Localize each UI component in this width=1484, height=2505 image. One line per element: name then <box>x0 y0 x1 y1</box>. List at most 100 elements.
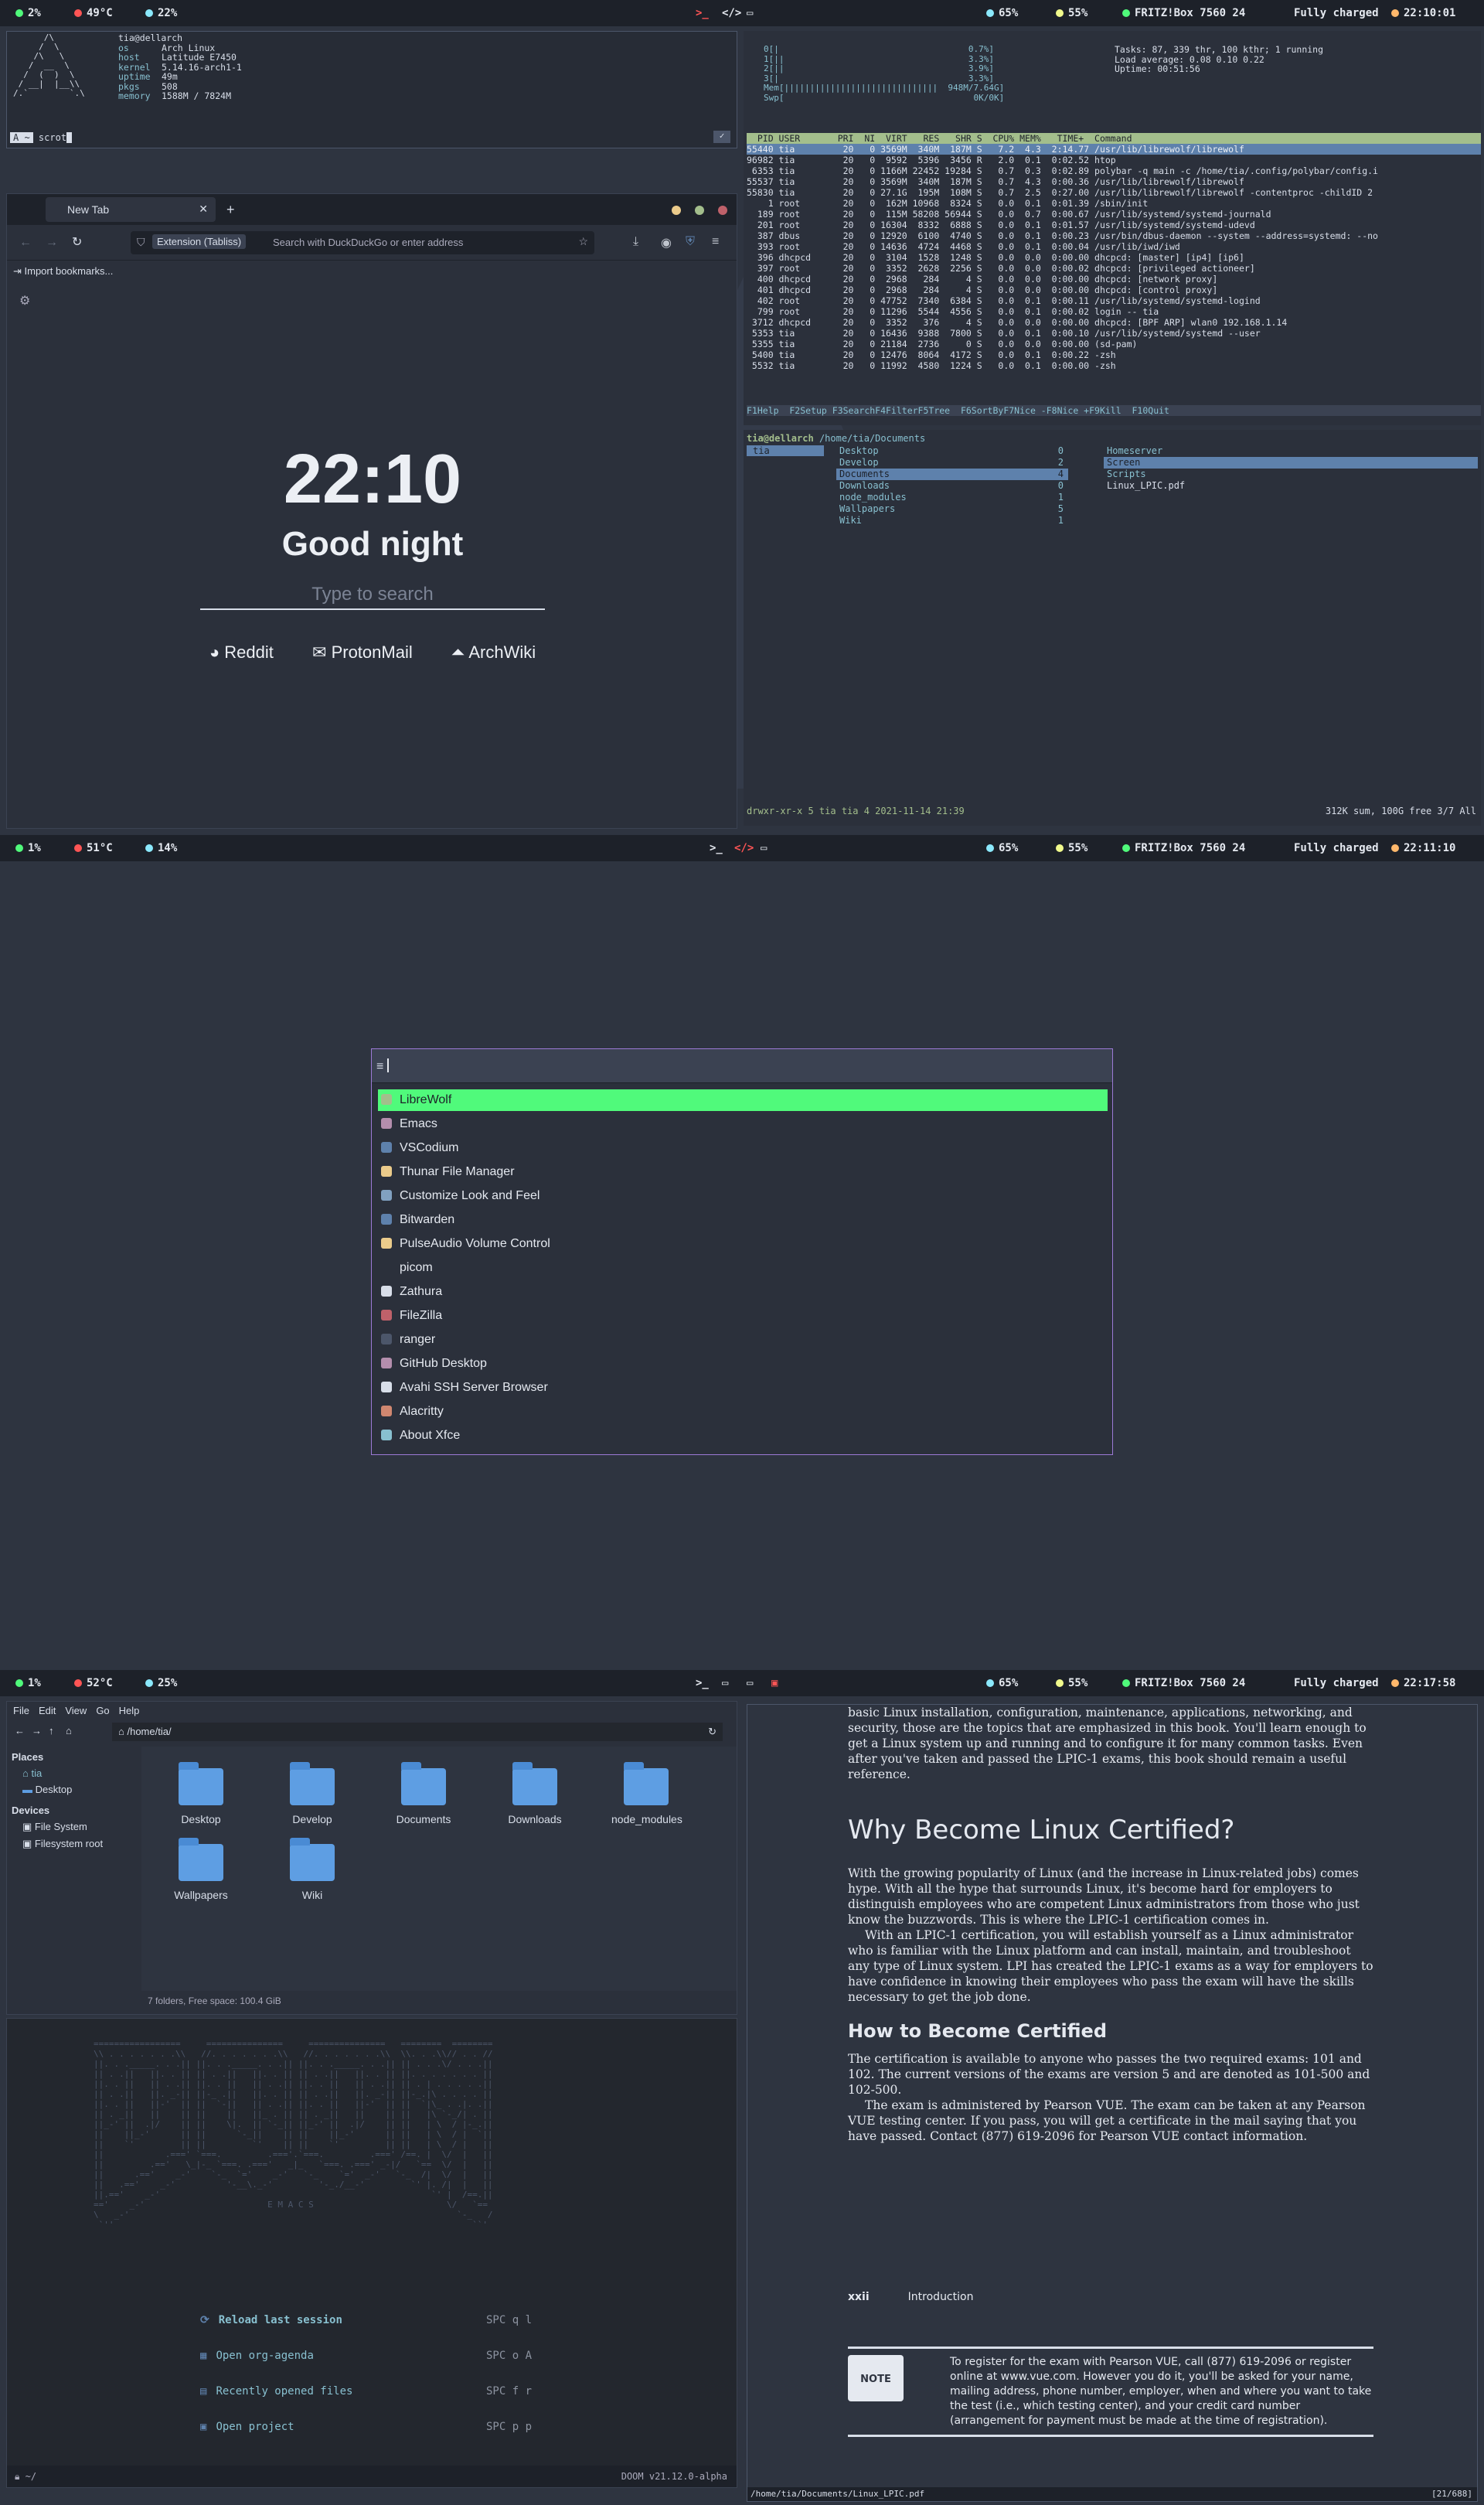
bookmark-star-icon[interactable]: ☆ <box>578 235 588 248</box>
ranger-preview-entry[interactable]: Scripts <box>1104 469 1478 480</box>
ranger-entry[interactable]: Documents 4 <box>836 469 1068 480</box>
code-workspace-icon[interactable]: </> <box>734 842 754 854</box>
volume-indicator[interactable]: 65% <box>986 1677 1018 1689</box>
sidebar-item-filesystem-root[interactable]: ▣ Filesystem root <box>22 1838 134 1850</box>
forward-icon[interactable]: → <box>46 236 58 250</box>
ranger-preview-entry[interactable]: Homeserver <box>1104 445 1478 457</box>
menu-file[interactable]: File <box>13 1705 29 1716</box>
brightness-indicator[interactable]: 55% <box>1056 842 1087 854</box>
ranger-entry[interactable]: Wallpapers 5 <box>836 503 1068 515</box>
volume-indicator[interactable]: 65% <box>986 7 1018 19</box>
ranger-entry[interactable]: Wiki 1 <box>836 515 1068 527</box>
folder-item[interactable]: Documents <box>389 1762 458 1825</box>
dashboard-item[interactable]: ▤ Recently opened files SPC f r <box>200 2385 563 2421</box>
htop-process-row[interactable]: 201 root 20 0 16304 8332 6888 S 0.0 0.1 … <box>747 220 1481 230</box>
menu-go[interactable]: Go <box>96 1705 109 1716</box>
menu-edit[interactable]: Edit <box>39 1705 56 1716</box>
archwiki-link[interactable]: ⏶ ArchWiki <box>451 642 536 662</box>
reload-icon[interactable]: ↻ <box>72 234 82 250</box>
reload-icon[interactable]: ↻ <box>708 1726 716 1738</box>
htop-process-row[interactable]: 3712 dhcpcd 20 0 3352 376 4 S 0.0 0.0 0:… <box>747 317 1481 328</box>
ranger-parent-item[interactable]: tia <box>747 445 824 456</box>
pdf-workspace-icon[interactable]: ▣ <box>771 1677 778 1689</box>
htop-process-row[interactable]: 55830 tia 20 0 27.1G 195M 108M S 0.7 2.5… <box>747 187 1481 198</box>
close-tab-icon[interactable]: ✕ <box>199 203 208 216</box>
minimize-icon[interactable] <box>672 206 681 215</box>
forward-icon[interactable]: → <box>32 1725 42 1736</box>
import-bookmarks-link[interactable]: ⇥ Import bookmarks... <box>13 265 113 277</box>
htop-process-row[interactable]: 55537 tia 20 0 3569M 340M 187M S 0.7 4.3… <box>747 176 1481 187</box>
pdf-page[interactable]: basic Linux installation, configuration,… <box>848 1705 1373 2437</box>
dashboard-item[interactable]: ⟳ Reload last session SPC q l <box>200 2314 563 2350</box>
folder-item[interactable]: Downloads <box>500 1762 570 1825</box>
htop-process-row[interactable]: 396 dhcpcd 20 0 3104 1528 1248 S 0.0 0.0… <box>747 252 1481 263</box>
folder-item[interactable]: node_modules <box>611 1762 682 1825</box>
htop-process-row[interactable]: 400 dhcpcd 20 0 2968 284 4 S 0.0 0.0 0:0… <box>747 274 1481 285</box>
folder-item[interactable]: Wallpapers <box>166 1838 236 1901</box>
launcher-item[interactable]: Thunar File Manager <box>378 1161 1108 1183</box>
launcher-item[interactable]: PulseAudio Volume Control <box>378 1233 1108 1255</box>
maximize-icon[interactable] <box>695 206 704 215</box>
htop-process-row[interactable]: 799 root 20 0 11296 5544 4556 S 0.0 0.1 … <box>747 306 1481 317</box>
htop-process-row[interactable]: 387 dbus 20 0 12920 6100 4740 S 0.0 0.1 … <box>747 230 1481 241</box>
reddit-link[interactable]: ◕ Reddit <box>209 642 274 662</box>
launcher-item[interactable]: About Xfce <box>378 1425 1108 1447</box>
htop-process-row[interactable]: 1 root 20 0 162M 10968 8324 S 0.0 0.1 0:… <box>747 198 1481 209</box>
new-tab-icon[interactable]: + <box>226 202 235 218</box>
htop-header[interactable]: PID USER PRI NI VIRT RES SHR S CPU% MEM%… <box>747 133 1481 144</box>
code-workspace-icon[interactable]: </> <box>722 7 741 19</box>
ranger-current-column[interactable]: Desktop 0 Develop 2 Documents 4 Downloads 0 node… <box>836 445 1068 527</box>
sidebar-item-desktop[interactable]: ▬ Desktop <box>22 1784 134 1795</box>
back-icon[interactable]: ← <box>19 236 32 250</box>
close-window-icon[interactable] <box>718 206 727 215</box>
launcher-item[interactable]: VSCodium <box>378 1137 1108 1159</box>
folder-item[interactable]: Wiki <box>277 1838 347 1901</box>
terminal-workspace-icon[interactable]: >_ <box>696 7 709 19</box>
ranger-entry[interactable]: Develop 2 <box>836 457 1068 469</box>
htop-process-row[interactable]: 5400 tia 20 0 12476 8064 4172 S 0.0 0.1 … <box>747 349 1481 360</box>
launcher-search-input[interactable]: ≡ <box>372 1049 1112 1083</box>
htop-process-list[interactable]: 55440 tia 20 0 3569M 340M 187M S 7.2 4.3… <box>747 144 1481 371</box>
launcher-item[interactable]: FileZilla <box>378 1305 1108 1327</box>
ranger-preview-column[interactable]: Homeserver Screen Scripts Linux_LPIC.pdf <box>1104 445 1478 492</box>
launcher-item[interactable]: Zathura <box>378 1281 1108 1303</box>
htop-process-row[interactable]: 5532 tia 20 0 11992 4580 1224 S 0.0 0.1 … <box>747 360 1481 371</box>
protonmail-link[interactable]: ✉ ProtonMail <box>312 642 413 662</box>
file-view[interactable]: Desktop Develop Documents Downloads node_mod… <box>141 1747 737 1991</box>
tab-new[interactable]: New Tab ✕ <box>46 197 216 222</box>
ranger-terminal[interactable]: tia@dellarch /home/tia/Documents tia Des… <box>744 430 1481 826</box>
url-bar[interactable]: ⛉ Extension (Tabliss) Search with DuckDu… <box>131 231 594 254</box>
launcher-item[interactable]: ranger <box>378 1329 1108 1351</box>
launcher-item[interactable]: Avahi SSH Server Browser <box>378 1377 1108 1399</box>
brightness-indicator[interactable]: 55% <box>1056 7 1087 19</box>
volume-indicator[interactable]: 65% <box>986 842 1018 854</box>
menu-icon[interactable]: ≡ <box>712 235 719 249</box>
ranger-entry[interactable]: node_modules 1 <box>836 492 1068 503</box>
settings-gear-icon[interactable]: ⚙ <box>19 293 30 308</box>
htop-terminal[interactable]: 0[| 0.7%] 1[|| 3.3%] 2[|| 3.9%] 3[| 3.3%… <box>744 31 1481 425</box>
menu-view[interactable]: View <box>65 1705 87 1716</box>
window-workspace-icon-2[interactable]: ▭ <box>747 1677 753 1689</box>
menu-help[interactable]: Help <box>119 1705 140 1716</box>
terminal-workspace-icon[interactable]: >_ <box>696 1677 709 1689</box>
htop-process-row[interactable]: 5353 tia 20 0 16436 9388 7800 S 0.0 0.1 … <box>747 328 1481 339</box>
ranger-entry[interactable]: Downloads 0 <box>836 480 1068 492</box>
download-icon[interactable]: ⤓ <box>633 235 638 249</box>
dashboard-item[interactable]: ▦ Open org-agenda SPC o A <box>200 2350 563 2385</box>
dashboard-item[interactable]: ▣ Open project SPC p p <box>200 2421 563 2456</box>
htop-process-row[interactable]: 189 root 20 0 115M 58208 56944 S 0.0 0.7… <box>747 209 1481 220</box>
back-icon[interactable]: ← <box>15 1725 25 1736</box>
launcher-item[interactable]: GitHub Desktop <box>378 1353 1108 1375</box>
newtab-search-input[interactable]: Type to search <box>200 584 545 610</box>
folder-item[interactable]: Develop <box>277 1762 347 1825</box>
ranger-preview-entry[interactable]: Screen <box>1104 457 1478 469</box>
wifi-indicator[interactable]: FRITZ!Box 7560 24 <box>1122 7 1245 19</box>
htop-process-row[interactable]: 397 root 20 0 3352 2628 2256 S 0.0 0.0 0… <box>747 263 1481 274</box>
htop-process-row[interactable]: 6353 tia 20 0 1166M 22452 19284 S 0.7 0.… <box>747 165 1481 176</box>
htop-process-row[interactable]: 96982 tia 20 0 9592 5396 3456 R 2.0 0.1 … <box>747 155 1481 165</box>
ranger-preview-entry[interactable]: Linux_LPIC.pdf <box>1104 480 1478 492</box>
folder-item[interactable]: Desktop <box>166 1762 236 1825</box>
sidebar-item-tia[interactable]: ⌂ tia <box>22 1767 134 1779</box>
path-input[interactable]: ⌂ /home/tia/ ↻ <box>112 1723 723 1741</box>
terminal-workspace-icon[interactable]: >_ <box>710 842 723 854</box>
